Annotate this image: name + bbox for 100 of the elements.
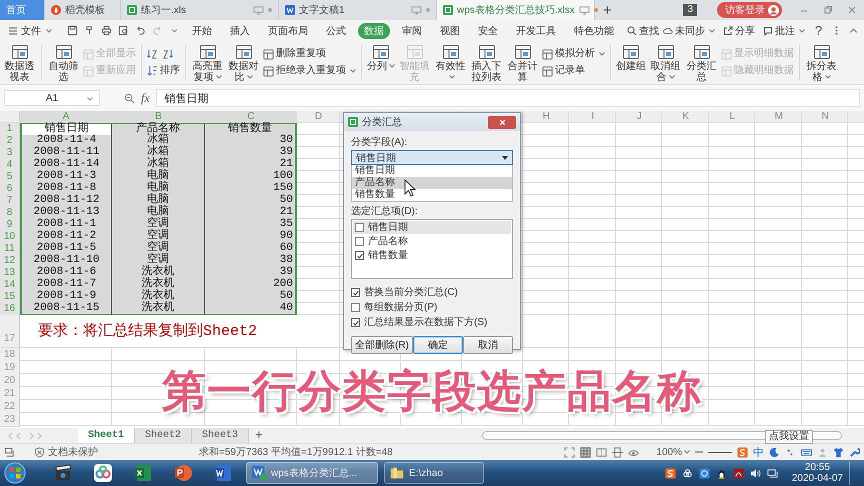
new-tab-button[interactable]: + <box>595 0 620 20</box>
dialog-button[interactable]: 取消 <box>462 336 513 354</box>
sort-button[interactable]: 排序 <box>147 64 180 76</box>
page-layout-icon[interactable] <box>596 446 608 458</box>
checkbox[interactable] <box>355 251 364 260</box>
ribbon-button[interactable]: 分类汇总 <box>685 41 718 84</box>
ribbon-button[interactable]: 取消组合 <box>649 41 682 84</box>
ribbon-button[interactable]: 高亮重复项 <box>191 41 224 84</box>
list-item[interactable]: 销售日期 <box>353 221 511 234</box>
add-sheet-button[interactable]: + <box>249 428 269 443</box>
checkbox-label[interactable]: 替换当前分类汇总(C) <box>364 287 458 298</box>
ribbon-tab[interactable]: 特色功能 <box>568 22 620 38</box>
document-tab[interactable]: wps表格分类汇总技巧.xlsx <box>437 0 595 20</box>
window-count-badge[interactable]: 3 <box>683 4 697 16</box>
horizontal-scrollbar[interactable] <box>482 431 842 440</box>
save-icon[interactable] <box>67 25 78 36</box>
brush-icon[interactable] <box>84 25 95 36</box>
ribbon-button[interactable]: 模拟分析 <box>542 48 605 60</box>
undo-icon[interactable] <box>135 25 146 36</box>
zoom-icon[interactable] <box>124 92 135 104</box>
penguin-icon[interactable] <box>716 468 727 478</box>
sheet-tab[interactable]: Sheet3 <box>192 428 250 443</box>
checkbox[interactable] <box>351 288 360 297</box>
ribbon-tab[interactable]: 页面布局 <box>262 22 314 38</box>
checkbox[interactable] <box>351 303 360 312</box>
formula-field[interactable]: 销售日期 <box>156 89 860 107</box>
dialog-button[interactable]: 全部删除(R) <box>351 336 413 354</box>
ribbon-button[interactable]: 拒绝录入重复项 <box>263 65 356 77</box>
ribbon-button[interactable]: 记录单 <box>542 65 605 77</box>
speaker-icon[interactable] <box>750 468 761 478</box>
ribbon-button[interactable]: 数据对比 <box>227 41 260 84</box>
ribbon-button[interactable]: 创建组 <box>616 41 646 84</box>
cloud-app-icon[interactable] <box>93 463 113 483</box>
toolbar-button[interactable]: 未同步 <box>663 24 715 38</box>
ribbon-tab[interactable]: 审阅 <box>396 22 428 38</box>
name-box[interactable]: A1 <box>4 90 100 106</box>
dropdown-option[interactable]: 销售数量 <box>352 189 512 201</box>
taskbar-button[interactable]: E:\zhao <box>384 462 484 484</box>
search-button[interactable]: 查找 <box>627 24 659 38</box>
grid-view-icon[interactable] <box>580 446 592 458</box>
ribbon-button[interactable]: 合并计算 <box>506 41 539 84</box>
list-item[interactable]: 销售数量 <box>353 249 511 262</box>
spreadsheet-app-icon[interactable] <box>133 463 153 483</box>
preview-icon[interactable] <box>118 25 129 36</box>
sheet-tab[interactable]: Sheet1 <box>78 428 136 443</box>
checkbox[interactable] <box>355 237 364 246</box>
restore-icon[interactable] <box>823 5 833 15</box>
pdf-app-icon[interactable] <box>732 468 744 478</box>
dropdown-option[interactable]: 产品名称 <box>352 177 512 189</box>
ribbon-button[interactable]: 自动筛选 <box>47 41 80 84</box>
input-method-icon[interactable] <box>737 446 748 458</box>
input-method-icon[interactable] <box>664 468 676 478</box>
macro-icon[interactable] <box>4 446 15 458</box>
sort-descending-icon[interactable] <box>162 48 173 60</box>
input-mode[interactable]: 中 <box>753 444 764 460</box>
ribbon-button[interactable]: 分列 <box>367 41 395 84</box>
file-menu[interactable]: 文件 <box>4 24 56 38</box>
ribbon-tab[interactable]: 开发工具 <box>510 22 562 38</box>
network-icon[interactable] <box>766 468 778 478</box>
ribbon-button[interactable]: 删除重复项 <box>263 48 356 60</box>
toolbar-button[interactable]: 分享 <box>723 24 755 38</box>
ribbon-tab[interactable]: 公式 <box>320 22 352 38</box>
toolbar-button[interactable]: 批注 <box>763 24 805 38</box>
wrench-icon[interactable] <box>849 446 860 458</box>
dropdown-field[interactable]: 销售日期 <box>351 150 513 165</box>
presentation-app-icon[interactable] <box>173 463 193 483</box>
help-button[interactable]: ? <box>815 23 822 38</box>
ribbon-button[interactable]: 数据透视表 <box>3 41 36 84</box>
page-break-icon[interactable] <box>612 446 624 458</box>
taskbar-clock[interactable]: 20:55 2020-04-07 <box>792 462 843 484</box>
protection-status[interactable]: 文档未保护 <box>34 445 98 459</box>
dialog-button[interactable]: 确定 <box>412 336 463 354</box>
clapperboard-icon[interactable] <box>53 463 73 483</box>
sheet-tab[interactable]: Sheet2 <box>135 428 192 443</box>
shield-app-icon[interactable] <box>698 468 710 478</box>
checkbox[interactable] <box>355 223 364 232</box>
ribbon-tab[interactable]: 安全 <box>472 22 504 38</box>
ribbon-button[interactable]: 拆分表格 <box>805 41 838 84</box>
start-button[interactable] <box>4 462 26 484</box>
sort-ascending-icon[interactable] <box>147 48 158 60</box>
zoom-level[interactable]: 100% <box>656 446 690 458</box>
checkbox[interactable] <box>351 318 360 327</box>
login-button[interactable]: 访客登录 <box>717 2 782 18</box>
ribbon-button[interactable]: 有效性 <box>434 41 467 84</box>
close-button[interactable] <box>488 116 516 128</box>
checkbox-label[interactable]: 汇总结果显示在数据下方(S) <box>364 317 488 328</box>
document-app-icon[interactable] <box>213 463 233 483</box>
keyboard-icon[interactable] <box>801 446 812 458</box>
dropdown-option[interactable]: 销售日期 <box>352 165 512 177</box>
ribbon-button[interactable]: 插入下拉列表 <box>470 41 503 84</box>
ribbon-tab[interactable]: 插入 <box>224 22 256 38</box>
moon-icon[interactable] <box>769 446 780 458</box>
ribbon-tab[interactable]: 视图 <box>434 22 466 38</box>
function-label[interactable]: fx <box>141 90 150 106</box>
cloud-app-icon[interactable] <box>682 468 693 478</box>
print-icon[interactable] <box>101 25 112 36</box>
checkbox-label[interactable]: 每组数据分页(P) <box>364 302 438 313</box>
list-item[interactable]: 产品名称 <box>353 235 511 248</box>
ribbon-tab[interactable]: 开始 <box>186 22 218 38</box>
shirt-icon[interactable] <box>833 446 844 458</box>
